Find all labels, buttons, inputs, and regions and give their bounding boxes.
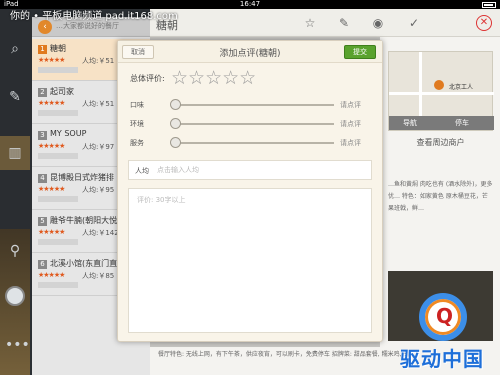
map-label: 北京工人 (449, 84, 474, 91)
list-item-number: 5 (38, 217, 47, 226)
service-hint: 请点评 (340, 139, 361, 147)
comment-box (128, 188, 372, 333)
average-price-box: 人均 (128, 160, 372, 180)
clock: 16:47 (239, 0, 261, 8)
rating-stars: ★★★★★ (38, 56, 65, 64)
list-item-number: 3 (38, 131, 47, 140)
list-item-price: 人均:￥97 (82, 143, 115, 151)
service-slider-knob[interactable] (170, 137, 181, 148)
chart-icon[interactable]: ▥ (5, 143, 25, 163)
rating-stars: ★★★★★ (38, 142, 65, 150)
list-item-name: 昆博殿日式炸猪排 (50, 173, 114, 182)
dialog-header: 取消 添加点评(糖朝) 提交 (118, 41, 382, 63)
comment-textarea[interactable] (129, 189, 371, 332)
more-icon[interactable]: ••• (5, 335, 30, 355)
environment-hint: 请点评 (340, 120, 361, 128)
list-item-price: 人均:￥95 (82, 186, 115, 194)
environment-slider-knob[interactable] (170, 118, 181, 129)
logo-letter: Q (436, 304, 454, 328)
environment-slider[interactable] (174, 123, 334, 125)
detail-toolbar: 糖朝 ☆ ✎ ◉ ✓ ✕ (150, 9, 500, 37)
logo-text: 驱动中国 (400, 347, 484, 371)
battery-icon (482, 2, 496, 8)
list-item-tags (38, 239, 78, 245)
taste-slider[interactable] (174, 104, 334, 106)
watermark: 你的 • 平板电脑频道 pad.it168.com (10, 11, 178, 22)
list-item-price: 人均:￥85 (82, 272, 115, 280)
map-road (419, 52, 422, 118)
submit-button[interactable]: 提交 (344, 45, 376, 59)
rating-stars: ★★★★★ (38, 185, 65, 193)
list-item-price: 人均:￥51 (82, 57, 115, 65)
map-button-bar: 导航 停车 (389, 116, 494, 130)
nearby-link[interactable]: 查看周边商户 (388, 137, 493, 148)
list-item-tags (38, 196, 78, 202)
rating-stars: ★★★★★ (38, 271, 65, 279)
overall-rating-label: 总体评价: (130, 74, 165, 83)
taste-slider-knob[interactable] (170, 99, 181, 110)
add-review-dialog: 取消 添加点评(糖朝) 提交 总体评价: ☆☆☆☆☆ 口味 请点评 环境 请点评… (117, 40, 383, 342)
average-price-label: 人均 (135, 167, 149, 175)
list-item-number: 4 (38, 174, 47, 183)
service-slider[interactable] (174, 142, 334, 144)
rating-stars: ★★★★★ (38, 228, 65, 236)
checkin-icon[interactable]: ✓ (406, 15, 422, 31)
list-item-price: 人均:￥142 (82, 229, 119, 237)
list-item-number: 6 (38, 260, 47, 269)
list-item-number: 1 (38, 45, 47, 54)
overall-rating-stars[interactable]: ☆☆☆☆☆ (171, 67, 256, 89)
taste-slider-row: 口味 请点评 (130, 99, 370, 111)
list-item-name: MY SOUP (50, 129, 87, 138)
service-label: 服务 (130, 139, 144, 147)
list-item-tags (38, 67, 78, 73)
close-icon[interactable]: ✕ (476, 15, 492, 31)
average-price-input[interactable] (157, 163, 357, 177)
list-item-tags (38, 110, 78, 116)
environment-slider-row: 环境 请点评 (130, 118, 370, 130)
parking-button[interactable]: 停车 (455, 118, 469, 128)
left-rail: ⌕ ✎ ▥ ⚲ ••• (0, 9, 30, 375)
navigate-button[interactable]: 导航 (403, 118, 417, 128)
taste-label: 口味 (130, 101, 144, 109)
list-item-price: 人均:￥51 (82, 100, 115, 108)
site-logo: Q 驱动中国 (384, 293, 500, 375)
list-item-name: 起司家 (50, 87, 74, 96)
pencil-icon[interactable]: ✎ (336, 15, 352, 31)
status-bar: iPad 16:47 (0, 0, 500, 9)
rating-stars: ★★★★★ (38, 99, 65, 107)
dialog-title: 添加点评(糖朝) (219, 49, 281, 59)
map-road (389, 92, 494, 95)
search-icon[interactable]: ⌕ (5, 39, 25, 59)
list-item-tags (38, 153, 78, 159)
star-icon[interactable]: ☆ (302, 15, 318, 31)
list-item-number: 2 (38, 88, 47, 97)
list-item-name: 糖朝 (50, 44, 66, 53)
location-pin-icon[interactable]: ⚲ (5, 241, 25, 261)
environment-label: 环境 (130, 120, 144, 128)
map-pin-icon (434, 80, 444, 90)
list-item-tags (38, 282, 78, 288)
taste-hint: 请点评 (340, 101, 361, 109)
map-thumbnail[interactable]: 北京工人 导航 停车 (388, 51, 494, 131)
service-slider-row: 服务 请点评 (130, 137, 370, 149)
detail-description: …鱼和黄焖 肉吃也有 (酒水除外)，更多优… 特色：如家黄色 原木桶豆花，芒果班… (388, 181, 493, 212)
edit-icon[interactable]: ✎ (5, 87, 25, 107)
avatar[interactable] (5, 286, 25, 306)
camera-icon[interactable]: ◉ (370, 15, 386, 31)
